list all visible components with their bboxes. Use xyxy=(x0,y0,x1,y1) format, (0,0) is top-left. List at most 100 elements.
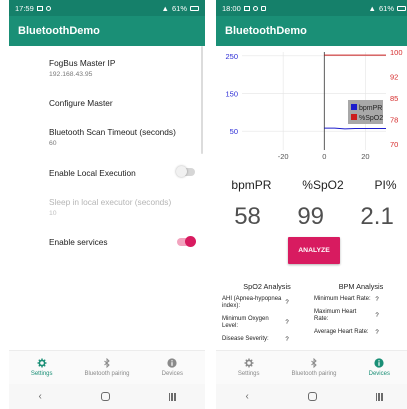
setting-fogbus-master-ip[interactable]: FogBus Master IP 192.168.43.95 xyxy=(49,58,199,78)
app-bar: BluetoothDemo xyxy=(216,16,407,46)
right-axis-tick-label: 78 xyxy=(390,115,398,124)
vitals-chart[interactable]: 250 150 50 -20 0 20 100 92 85 78 70 bpmPR %SpO2 xyxy=(216,46,407,176)
signal-icon: ▲ xyxy=(161,3,169,13)
local-execution-toggle[interactable] xyxy=(176,166,195,177)
setting-bluetooth-scan-timeout[interactable]: Bluetooth Scan Timeout (seconds) 60 xyxy=(49,127,199,147)
right-axis-tick-label: 70 xyxy=(390,140,398,149)
toggle-knob xyxy=(185,236,196,247)
setting-title: Configure Master xyxy=(49,98,113,108)
recents-icon[interactable] xyxy=(375,392,383,401)
scroll-indicator[interactable] xyxy=(201,46,203,154)
analysis-label: Average Heart Rate: xyxy=(314,329,369,335)
analysis-value: ? xyxy=(285,300,289,306)
setting-configure-master[interactable]: Configure Master xyxy=(49,98,199,108)
info-icon xyxy=(167,358,177,368)
metric-label-bpm: bpmPR xyxy=(231,178,272,192)
gear-icon xyxy=(37,358,47,368)
image-notification-icon xyxy=(243,5,250,11)
home-icon[interactable] xyxy=(100,392,110,401)
metric-value-spo2: 99 xyxy=(297,203,325,230)
nav-label: Devices xyxy=(161,371,183,377)
nav-settings[interactable]: Settings xyxy=(216,351,281,384)
legend-label: %SpO2 xyxy=(359,115,383,122)
app-title: BluetoothDemo xyxy=(225,25,307,37)
back-icon[interactable]: ‹ xyxy=(245,391,248,402)
legend-swatch xyxy=(351,104,357,110)
analysis-row-max-heart-rate: Maximum Heart Rate: ? xyxy=(314,309,407,323)
setting-title: Sleep in local executor (seconds) xyxy=(49,197,172,207)
nav-settings[interactable]: Settings xyxy=(9,351,74,384)
metric-value-bpm: 58 xyxy=(234,203,261,230)
setting-value: 10 xyxy=(49,210,57,217)
nav-label: Settings xyxy=(30,371,53,377)
analysis-value: ? xyxy=(285,320,289,326)
analyze-button[interactable]: ANALYZE xyxy=(288,237,340,264)
bpm-analysis-title: BPM Analysis xyxy=(338,282,384,291)
analysis-row-avg-heart-rate: Average Heart Rate: ? xyxy=(314,329,407,336)
home-icon[interactable] xyxy=(307,392,317,401)
x-axis-tick-label: 0 xyxy=(322,152,326,161)
metric-label-spo2: %SpO2 xyxy=(302,178,344,192)
battery-icon xyxy=(190,5,199,11)
analysis-value: ? xyxy=(375,329,379,336)
nav-label: Bluetooth pairing xyxy=(291,371,337,377)
bottom-navigation: Settings Bluetooth pairing Devices xyxy=(9,350,205,384)
status-bar: 17:59 ▲ 61% xyxy=(9,0,205,16)
metric-label-pi: PI% xyxy=(374,178,397,192)
metric-value-pi: 2.1 xyxy=(360,203,394,230)
image-notification-icon xyxy=(36,5,43,11)
analysis-label: Minimum Oxygen Level: xyxy=(222,316,269,329)
app-title: BluetoothDemo xyxy=(18,25,100,37)
devices-screen: 18:00 ▲ 61% BluetoothDemo 250 150 50 -20 0 20… xyxy=(216,0,407,409)
battery-level: 61% xyxy=(171,3,187,13)
series-line-bpmpr xyxy=(324,127,386,130)
analysis-label: Disease Severity: xyxy=(222,336,269,342)
status-bar: 18:00 ▲ 61% xyxy=(216,0,407,16)
setting-sleep-local-executor: Sleep in local executor (seconds) 10 xyxy=(49,197,199,217)
analysis-label: AHI (Apnea-hypopnea index): xyxy=(222,296,282,309)
nav-label: Devices xyxy=(368,371,390,377)
toggle-knob xyxy=(176,166,187,177)
nav-bluetooth-pairing[interactable]: Bluetooth pairing xyxy=(281,351,346,384)
left-axis-tick-label: 50 xyxy=(230,127,238,136)
analysis-label: Maximum Heart Rate: xyxy=(314,309,357,322)
signal-icon: ▲ xyxy=(368,3,376,13)
nav-devices[interactable]: Devices xyxy=(140,351,205,384)
bottom-navigation: Settings Bluetooth pairing Devices xyxy=(216,350,407,384)
enable-services-toggle[interactable] xyxy=(177,236,196,247)
clock: 17:59 xyxy=(15,3,34,13)
recents-icon[interactable] xyxy=(168,392,176,401)
left-axis-tick-label: 150 xyxy=(225,89,238,98)
clock: 18:00 xyxy=(222,3,241,13)
metric-labels: bpmPR %SpO2 PI% xyxy=(216,178,407,192)
analysis-row-ahi: AHI (Apnea-hypopnea index): ? xyxy=(222,296,312,310)
system-navigation-bar: ‹ xyxy=(216,384,407,409)
nav-bluetooth-pairing[interactable]: Bluetooth pairing xyxy=(74,351,139,384)
sync-notification-icon xyxy=(252,5,258,11)
analysis-row-min-oxygen: Minimum Oxygen Level: ? xyxy=(222,316,312,330)
analysis-value: ? xyxy=(375,313,379,319)
lock-notification-icon xyxy=(260,5,266,11)
legend-label: bpmPR xyxy=(359,105,382,112)
info-icon xyxy=(374,358,384,368)
right-axis-tick-label: 100 xyxy=(390,48,403,57)
battery-level: 61% xyxy=(378,3,394,13)
right-axis-tick-label: 85 xyxy=(390,94,398,103)
metric-values: 58 99 2.1 xyxy=(216,203,407,231)
legend-swatch xyxy=(351,114,357,120)
system-navigation-bar: ‹ xyxy=(9,384,205,409)
right-axis-tick-label: 92 xyxy=(390,73,398,82)
sync-notification-icon xyxy=(45,5,51,11)
bluetooth-icon xyxy=(102,358,112,368)
nav-devices[interactable]: Devices xyxy=(347,351,407,384)
analysis-value: ? xyxy=(375,296,379,303)
nav-label: Settings xyxy=(237,371,260,377)
vitals-chart-container[interactable]: 250 150 50 -20 0 20 100 92 85 78 70 bpmPR %SpO2 xyxy=(216,46,407,176)
app-bar: BluetoothDemo xyxy=(9,16,205,46)
setting-title: Bluetooth Scan Timeout (seconds) xyxy=(49,127,176,137)
setting-value: 192.168.43.95 xyxy=(49,71,93,78)
analysis-value: ? xyxy=(285,336,289,343)
setting-title: FogBus Master IP xyxy=(49,58,116,68)
battery-icon xyxy=(397,5,406,11)
back-icon[interactable]: ‹ xyxy=(38,391,41,402)
